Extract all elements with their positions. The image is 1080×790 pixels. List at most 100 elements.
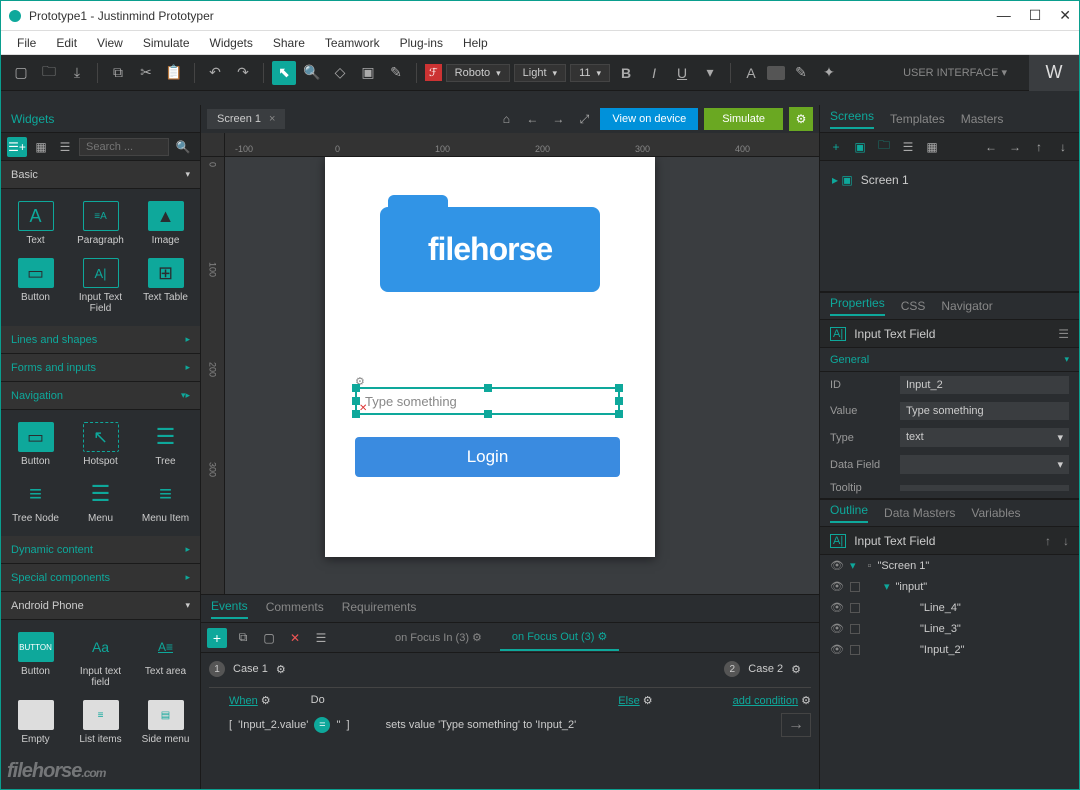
paste-event-icon[interactable]: ▢ bbox=[259, 628, 279, 648]
widget-android-empty[interactable]: Empty bbox=[5, 696, 66, 749]
outline-row[interactable]: 👁▾"input" bbox=[820, 576, 1079, 597]
widget-android-sidemenu[interactable]: ▤Side menu bbox=[135, 696, 196, 749]
widget-menu[interactable]: ☰Menu bbox=[70, 475, 131, 528]
simulate-settings-icon[interactable]: ⚙ bbox=[789, 107, 813, 131]
nav-up-icon[interactable]: ↑ bbox=[1029, 137, 1049, 157]
widget-hotspot[interactable]: ↖Hotspot bbox=[70, 418, 131, 471]
widget-tree[interactable]: ☰Tree bbox=[135, 418, 196, 471]
widget-text[interactable]: AText bbox=[5, 197, 66, 250]
back-icon[interactable]: ← bbox=[522, 109, 542, 129]
save-icon[interactable]: ⤓ bbox=[65, 61, 89, 85]
nav-right-icon[interactable]: → bbox=[1005, 137, 1025, 157]
outline-row[interactable]: 👁"Line_3" bbox=[820, 618, 1079, 639]
underline-icon[interactable]: U bbox=[670, 61, 694, 85]
login-button[interactable]: Login bbox=[355, 437, 620, 477]
search-icon[interactable]: 🔍 bbox=[173, 137, 193, 157]
prop-type-select[interactable]: text▾ bbox=[900, 428, 1069, 447]
outline-up-icon[interactable]: ↑ bbox=[1045, 534, 1051, 548]
outline-row[interactable]: 👁"Line_4" bbox=[820, 597, 1079, 618]
tab-comments[interactable]: Comments bbox=[266, 600, 324, 618]
tab-variables[interactable]: Variables bbox=[971, 506, 1020, 520]
bold-icon[interactable]: B bbox=[614, 61, 638, 85]
paste-icon[interactable]: 📋 bbox=[162, 61, 186, 85]
event-focus-out-tab[interactable]: on Focus Out (3) ⚙ bbox=[500, 624, 619, 651]
widget-android-textarea[interactable]: A≡Text area bbox=[135, 628, 196, 692]
simulate-button[interactable]: Simulate bbox=[704, 108, 783, 130]
menu-simulate[interactable]: Simulate bbox=[135, 34, 198, 52]
group-general[interactable]: General▾ bbox=[820, 348, 1079, 372]
widget-android-input[interactable]: AaInput text field bbox=[70, 628, 131, 692]
prop-datafield-select[interactable]: ▾ bbox=[900, 455, 1069, 474]
workspace-letter[interactable]: W bbox=[1029, 55, 1079, 91]
maximize-button[interactable]: ☐ bbox=[1029, 7, 1042, 24]
thumb-mode-icon[interactable]: ▦ bbox=[922, 137, 942, 157]
visibility-icon[interactable]: 👁 bbox=[830, 559, 844, 572]
prop-tooltip-input[interactable] bbox=[900, 485, 1069, 491]
crop-icon[interactable]: ▣ bbox=[356, 61, 380, 85]
font-family-select[interactable]: Roboto bbox=[446, 64, 510, 82]
widget-text-table[interactable]: ⊞Text Table bbox=[135, 254, 196, 318]
open-icon[interactable]: 🗀 bbox=[37, 61, 61, 85]
case-gear-icon[interactable]: ⚙ bbox=[276, 663, 286, 676]
widget-nav-button[interactable]: ▭Button bbox=[5, 418, 66, 471]
add-event-icon[interactable]: + bbox=[207, 628, 227, 648]
eyedropper-icon[interactable]: ✎ bbox=[384, 61, 408, 85]
add-folder-icon[interactable]: 🗀 bbox=[874, 137, 894, 157]
category-basic[interactable]: Basic▾ bbox=[1, 161, 200, 189]
new-icon[interactable]: ▢ bbox=[9, 61, 33, 85]
visibility-icon[interactable]: 👁 bbox=[830, 643, 844, 656]
close-button[interactable]: ✕ bbox=[1059, 7, 1071, 24]
category-android[interactable]: Android Phone▾ bbox=[1, 592, 200, 620]
forward-icon[interactable]: → bbox=[548, 109, 568, 129]
prop-id-input[interactable]: Input_2 bbox=[900, 376, 1069, 394]
category-forms[interactable]: Forms and inputs bbox=[1, 354, 200, 382]
screen-canvas[interactable]: filehorse ⚙ ✕ Type something bbox=[325, 157, 655, 557]
widget-button[interactable]: ▭Button bbox=[5, 254, 66, 318]
prop-value-input[interactable]: Type something bbox=[900, 402, 1069, 420]
effects-icon[interactable]: ✦ bbox=[817, 61, 841, 85]
tab-data-masters[interactable]: Data Masters bbox=[884, 506, 955, 520]
list-mode-icon[interactable]: ☰ bbox=[898, 137, 918, 157]
add-image-screen-icon[interactable]: ▣ bbox=[850, 137, 870, 157]
redo-icon[interactable]: ↷ bbox=[231, 61, 255, 85]
list-view-icon[interactable]: ☰ bbox=[55, 137, 75, 157]
menu-share[interactable]: Share bbox=[265, 34, 313, 52]
canvas[interactable]: filehorse ⚙ ✕ Type something bbox=[225, 157, 819, 594]
close-tab-icon[interactable]: × bbox=[269, 113, 275, 125]
widget-android-button[interactable]: BUTTONButton bbox=[5, 628, 66, 692]
tab-masters[interactable]: Masters bbox=[961, 112, 1004, 126]
tab-navigator[interactable]: Navigator bbox=[941, 299, 992, 313]
visibility-icon[interactable]: 👁 bbox=[830, 622, 844, 635]
add-widget-library-icon[interactable]: ☰+ bbox=[7, 137, 27, 157]
tab-events[interactable]: Events bbox=[211, 599, 248, 619]
filehorse-logo[interactable]: filehorse bbox=[380, 192, 600, 292]
minimize-button[interactable]: — bbox=[997, 7, 1011, 24]
category-lines[interactable]: Lines and shapes bbox=[1, 326, 200, 354]
widget-menu-item[interactable]: ≡Menu Item bbox=[135, 475, 196, 528]
outline-down-icon[interactable]: ↓ bbox=[1063, 534, 1069, 548]
italic-icon[interactable]: I bbox=[642, 61, 666, 85]
category-dynamic[interactable]: Dynamic content bbox=[1, 536, 200, 564]
visibility-icon[interactable]: 👁 bbox=[830, 601, 844, 614]
expand-icon[interactable]: ⤢ bbox=[574, 109, 594, 129]
cut-icon[interactable]: ✂ bbox=[134, 61, 158, 85]
when-link[interactable]: When bbox=[229, 695, 258, 707]
widget-input-text[interactable]: A|Input Text Field bbox=[70, 254, 131, 318]
properties-menu-icon[interactable]: ☰ bbox=[1058, 327, 1069, 341]
case-gear-icon[interactable]: ⚙ bbox=[791, 663, 801, 676]
widget-image[interactable]: ▲Image bbox=[135, 197, 196, 250]
menu-edit[interactable]: Edit bbox=[48, 34, 85, 52]
workspace-label[interactable]: USER INTERFACE ▾ bbox=[893, 66, 1017, 79]
fill-color-icon[interactable] bbox=[767, 66, 785, 80]
nav-down-icon[interactable]: ↓ bbox=[1053, 137, 1073, 157]
add-condition-link[interactable]: add condition bbox=[733, 695, 798, 707]
add-screen-icon[interactable]: + bbox=[826, 137, 846, 157]
outline-row[interactable]: 👁"Input_2" bbox=[820, 639, 1079, 660]
menu-widgets[interactable]: Widgets bbox=[202, 34, 261, 52]
zoom-icon[interactable]: 🔍 bbox=[300, 61, 324, 85]
category-special[interactable]: Special components bbox=[1, 564, 200, 592]
undo-icon[interactable]: ↶ bbox=[203, 61, 227, 85]
widget-paragraph[interactable]: ≡AParagraph bbox=[70, 197, 131, 250]
nav-left-icon[interactable]: ← bbox=[981, 137, 1001, 157]
text-color-icon[interactable]: A bbox=[739, 61, 763, 85]
